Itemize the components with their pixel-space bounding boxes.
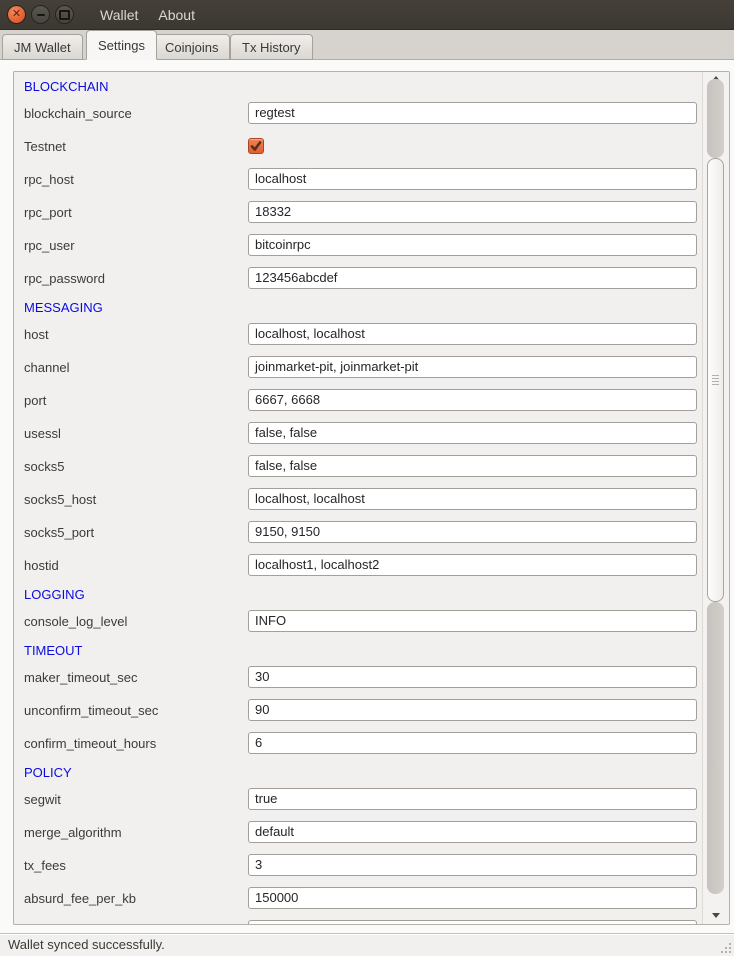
field-row — [14, 915, 703, 924]
field-label: hostid — [24, 549, 59, 582]
resize-grip[interactable] — [719, 941, 731, 953]
scrollbar-grip-icon — [712, 375, 719, 385]
titlebar: WalletAbout — [0, 0, 734, 30]
confirm-timeout-hours-input[interactable]: 6 — [248, 732, 697, 754]
field-row-channel: channel joinmarket-pit, joinmarket-pit — [14, 351, 703, 384]
tab-bar: JM WalletSettingsCoinjoinsTx History — [0, 30, 734, 60]
socks5-port-input[interactable]: 9150, 9150 — [248, 521, 697, 543]
field-label: port — [24, 384, 46, 417]
segwit-input[interactable]: true — [248, 788, 697, 810]
tab-coinjoins[interactable]: Coinjoins — [153, 34, 230, 60]
field-label: rpc_user — [24, 229, 75, 262]
field-row-unconfirm-timeout-sec: unconfirm_timeout_sec 90 — [14, 694, 703, 727]
field-label: Testnet — [24, 130, 66, 163]
field-label: blockchain_source — [24, 97, 132, 130]
check-icon — [250, 141, 262, 152]
field-label: rpc_host — [24, 163, 74, 196]
field-row-confirm-timeout-hours: confirm_timeout_hours 6 — [14, 727, 703, 760]
field-row-tx-fees: tx_fees 3 — [14, 849, 703, 882]
field-row-maker-timeout-sec: maker_timeout_sec 30 — [14, 661, 703, 694]
clipped-input[interactable] — [248, 920, 697, 924]
settings-form: BLOCKCHAINblockchain_source regtest Testne… — [14, 72, 703, 924]
merge-algorithm-input[interactable]: default — [248, 821, 697, 843]
menu-item-wallet[interactable]: Wallet — [92, 2, 146, 28]
field-row-rpc-port: rpc_port 18332 — [14, 196, 703, 229]
field-row-rpc-host: rpc_host localhost — [14, 163, 703, 196]
maximize-button[interactable] — [55, 5, 74, 24]
field-label: usessl — [24, 417, 61, 450]
field-row-segwit: segwit true — [14, 783, 703, 816]
maker-timeout-sec-input[interactable]: 30 — [248, 666, 697, 688]
field-row-rpc-user: rpc_user bitcoinrpc — [14, 229, 703, 262]
host-input[interactable]: localhost, localhost — [248, 323, 697, 345]
field-row-rpc-password: rpc_password 123456abcdef — [14, 262, 703, 295]
tab-tx-history[interactable]: Tx History — [230, 34, 313, 60]
port-input[interactable]: 6667, 6668 — [248, 389, 697, 411]
field-label: rpc_password — [24, 262, 105, 295]
tx-fees-input[interactable]: 3 — [248, 854, 697, 876]
scrollbar — [702, 72, 729, 924]
console-log-level-input[interactable]: INFO — [248, 610, 697, 632]
field-label: channel — [24, 351, 70, 384]
minimize-button[interactable] — [31, 5, 50, 24]
field-row-testnet: Testnet — [14, 130, 703, 163]
testnet-checkbox[interactable] — [248, 138, 264, 154]
field-row-socks5: socks5 false, false — [14, 450, 703, 483]
tab-jm-wallet[interactable]: JM Wallet — [2, 34, 83, 60]
channel-input[interactable]: joinmarket-pit, joinmarket-pit — [248, 356, 697, 378]
field-row-socks5-port: socks5_port 9150, 9150 — [14, 516, 703, 549]
field-row-blockchain-source: blockchain_source regtest — [14, 97, 703, 130]
field-label: unconfirm_timeout_sec — [24, 694, 158, 727]
status-bar: Wallet synced successfully. — [0, 933, 734, 956]
field-label: absurd_fee_per_kb — [24, 882, 136, 915]
settings-scroll-area: BLOCKCHAINblockchain_source regtest Testne… — [13, 71, 730, 925]
rpc-port-input[interactable]: 18332 — [248, 201, 697, 223]
rpc-password-input[interactable]: 123456abcdef — [248, 267, 697, 289]
section-header-blockchain: BLOCKCHAIN — [14, 76, 703, 97]
field-label: socks5_host — [24, 483, 96, 516]
field-label: merge_algorithm — [24, 816, 122, 849]
section-header-logging: LOGGING — [14, 584, 703, 605]
tab-content-pane: BLOCKCHAINblockchain_source regtest Testne… — [0, 60, 734, 933]
section-header-messaging: MESSAGING — [14, 297, 703, 318]
close-button[interactable] — [7, 5, 26, 24]
socks5-host-input[interactable]: localhost, localhost — [248, 488, 697, 510]
field-label: segwit — [24, 783, 61, 816]
field-row-hostid: hostid localhost1, localhost2 — [14, 549, 703, 582]
scroll-down-arrow-icon[interactable] — [712, 913, 720, 918]
hostid-input[interactable]: localhost1, localhost2 — [248, 554, 697, 576]
field-row-console-log-level: console_log_level INFO — [14, 605, 703, 638]
blockchain-source-input[interactable]: regtest — [248, 102, 697, 124]
window-controls — [7, 5, 74, 24]
rpc-user-input[interactable]: bitcoinrpc — [248, 234, 697, 256]
field-row-absurd-fee-per-kb: absurd_fee_per_kb 150000 — [14, 882, 703, 915]
field-label: confirm_timeout_hours — [24, 727, 156, 760]
rpc-host-input[interactable]: localhost — [248, 168, 697, 190]
scrollbar-track-bottom[interactable] — [707, 602, 724, 894]
field-row-usessl: usessl false, false — [14, 417, 703, 450]
unconfirm-timeout-sec-input[interactable]: 90 — [248, 699, 697, 721]
field-label: socks5 — [24, 450, 64, 483]
field-row-socks5-host: socks5_host localhost, localhost — [14, 483, 703, 516]
field-label: console_log_level — [24, 605, 127, 638]
field-row-host: host localhost, localhost — [14, 318, 703, 351]
usessl-input[interactable]: false, false — [248, 422, 697, 444]
field-row-merge-algorithm: merge_algorithm default — [14, 816, 703, 849]
field-label: socks5_port — [24, 516, 94, 549]
scrollbar-thumb[interactable] — [707, 158, 724, 602]
field-label: rpc_port — [24, 196, 72, 229]
menubar: WalletAbout — [92, 2, 203, 28]
section-header-policy: POLICY — [14, 762, 703, 783]
socks5-input[interactable]: false, false — [248, 455, 697, 477]
status-message: Wallet synced successfully. — [8, 937, 165, 952]
field-label: host — [24, 318, 49, 351]
field-label: maker_timeout_sec — [24, 661, 137, 694]
tab-settings[interactable]: Settings — [86, 30, 157, 60]
menu-item-about[interactable]: About — [150, 2, 203, 28]
absurd-fee-per-kb-input[interactable]: 150000 — [248, 887, 697, 909]
scrollbar-track-top[interactable] — [707, 79, 724, 158]
field-label: tx_fees — [24, 849, 66, 882]
section-header-timeout: TIMEOUT — [14, 640, 703, 661]
field-row-port: port 6667, 6668 — [14, 384, 703, 417]
